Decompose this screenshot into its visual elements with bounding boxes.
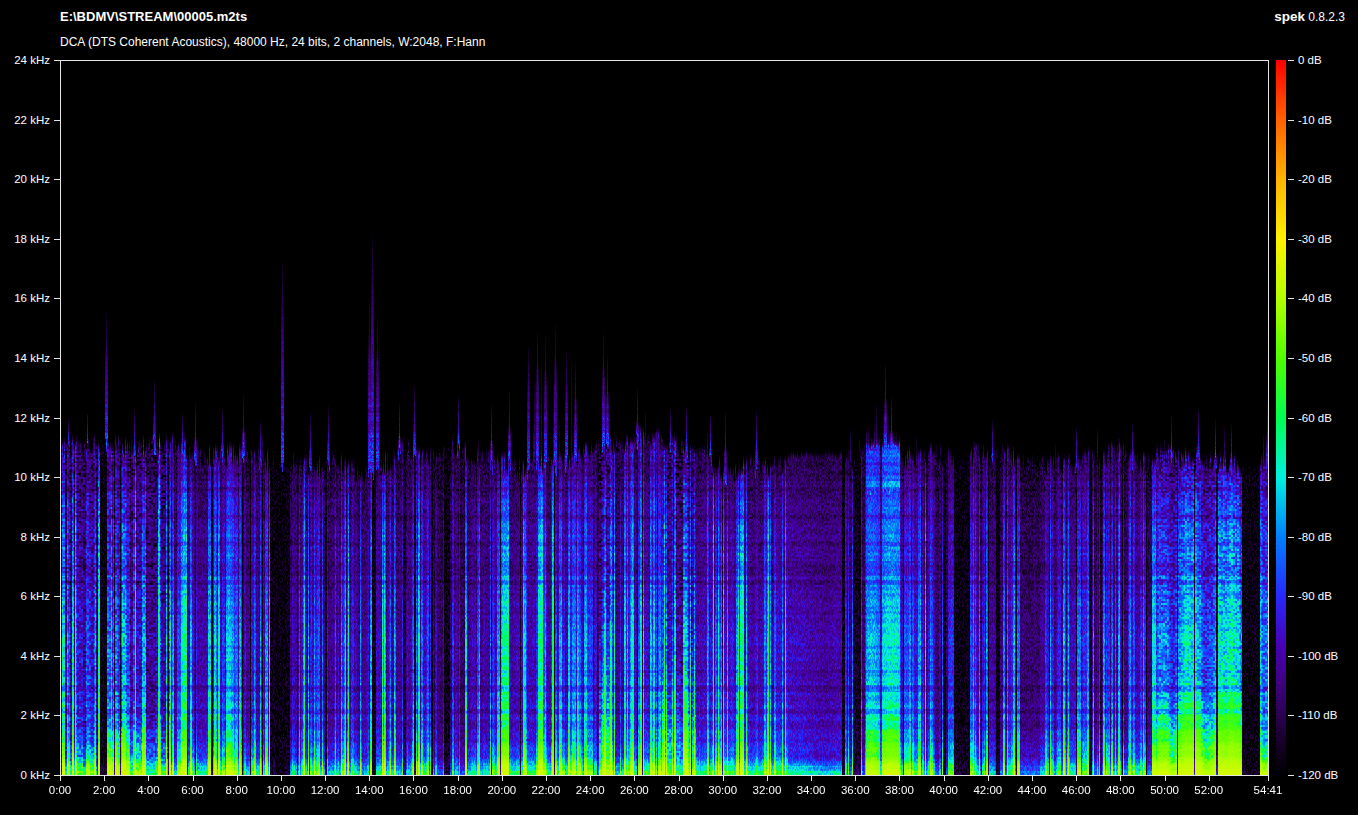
freq-tick	[54, 537, 60, 538]
freq-tick-label: 20 kHz	[0, 172, 50, 186]
freq-tick-label: 2 kHz	[0, 708, 50, 722]
db-tick-label: -110 dB	[1298, 708, 1337, 722]
time-tick	[458, 776, 459, 781]
time-tick	[1209, 776, 1210, 781]
freq-tick-label: 8 kHz	[0, 530, 50, 544]
db-tick-label: -40 dB	[1298, 291, 1332, 305]
freq-tick-label: 6 kHz	[0, 589, 50, 603]
time-tick	[281, 776, 282, 781]
time-tick	[944, 776, 945, 781]
freq-tick	[54, 298, 60, 299]
time-tick	[502, 776, 503, 781]
time-tick-label: 52:00	[1179, 783, 1239, 797]
db-tick-label: -100 dB	[1298, 649, 1338, 663]
db-tick-label: -70 dB	[1298, 470, 1332, 484]
db-tick-label: -10 dB	[1298, 113, 1332, 127]
time-tick	[413, 776, 414, 781]
freq-tick	[54, 179, 60, 180]
freq-tick-label: 24 kHz	[0, 53, 50, 67]
db-tick	[1288, 179, 1294, 180]
time-tick	[634, 776, 635, 781]
time-tick	[1165, 776, 1166, 781]
freq-tick-label: 16 kHz	[0, 291, 50, 305]
db-tick-label: -90 dB	[1298, 589, 1332, 603]
db-tick	[1288, 60, 1294, 61]
spek-window: E:\BDMV\STREAM\00005.m2ts DCA (DTS Coher…	[0, 0, 1358, 815]
freq-tick	[54, 60, 60, 61]
time-tick	[1032, 776, 1033, 781]
freq-tick-label: 18 kHz	[0, 232, 50, 246]
db-tick-label: 0 dB	[1298, 53, 1322, 67]
db-tick-label: -20 dB	[1298, 172, 1332, 186]
freq-tick	[54, 358, 60, 359]
app-name: spek	[1274, 9, 1305, 24]
db-tick	[1288, 418, 1294, 419]
time-tick	[193, 776, 194, 781]
time-tick	[590, 776, 591, 781]
time-end-tick	[1268, 776, 1269, 781]
plot-border	[60, 60, 1269, 776]
db-tick	[1288, 298, 1294, 299]
time-tick	[546, 776, 547, 781]
time-tick	[1076, 776, 1077, 781]
db-tick	[1288, 120, 1294, 121]
freq-tick	[54, 418, 60, 419]
db-tick-label: -80 dB	[1298, 530, 1332, 544]
db-tick	[1288, 537, 1294, 538]
freq-tick-label: 10 kHz	[0, 470, 50, 484]
db-tick	[1288, 715, 1294, 716]
audio-info-subtitle: DCA (DTS Coherent Acoustics), 48000 Hz, …	[60, 35, 485, 49]
freq-tick-label: 14 kHz	[0, 351, 50, 365]
time-end-label: 54:41	[1238, 783, 1298, 797]
freq-tick-label: 4 kHz	[0, 649, 50, 663]
time-tick	[60, 776, 61, 781]
time-tick	[899, 776, 900, 781]
db-tick	[1288, 656, 1294, 657]
time-tick	[767, 776, 768, 781]
app-version: 0.8.2.3	[1308, 10, 1345, 24]
colorbar-gradient	[1276, 60, 1286, 776]
db-tick	[1288, 239, 1294, 240]
db-tick-label: -50 dB	[1298, 351, 1332, 365]
time-tick	[104, 776, 105, 781]
freq-tick	[54, 715, 60, 716]
time-tick	[988, 776, 989, 781]
freq-tick	[54, 596, 60, 597]
freq-tick	[54, 656, 60, 657]
db-tick-label: -120 dB	[1298, 768, 1338, 782]
db-tick	[1288, 775, 1294, 776]
time-tick	[148, 776, 149, 781]
freq-tick	[54, 239, 60, 240]
freq-tick-label: 22 kHz	[0, 113, 50, 127]
file-path-title: E:\BDMV\STREAM\00005.m2ts	[60, 9, 247, 24]
time-tick	[237, 776, 238, 781]
freq-tick-label: 0 kHz	[0, 768, 50, 782]
db-tick	[1288, 596, 1294, 597]
db-tick	[1288, 477, 1294, 478]
freq-tick	[54, 120, 60, 121]
db-tick-label: -30 dB	[1298, 232, 1332, 246]
time-tick	[679, 776, 680, 781]
db-tick	[1288, 358, 1294, 359]
time-tick	[855, 776, 856, 781]
app-logo: spek 0.8.2.3	[1274, 9, 1345, 24]
db-tick-label: -60 dB	[1298, 411, 1332, 425]
time-tick	[325, 776, 326, 781]
time-tick	[369, 776, 370, 781]
freq-tick-label: 12 kHz	[0, 411, 50, 425]
time-tick	[1120, 776, 1121, 781]
freq-tick	[54, 477, 60, 478]
time-tick	[811, 776, 812, 781]
time-tick	[723, 776, 724, 781]
